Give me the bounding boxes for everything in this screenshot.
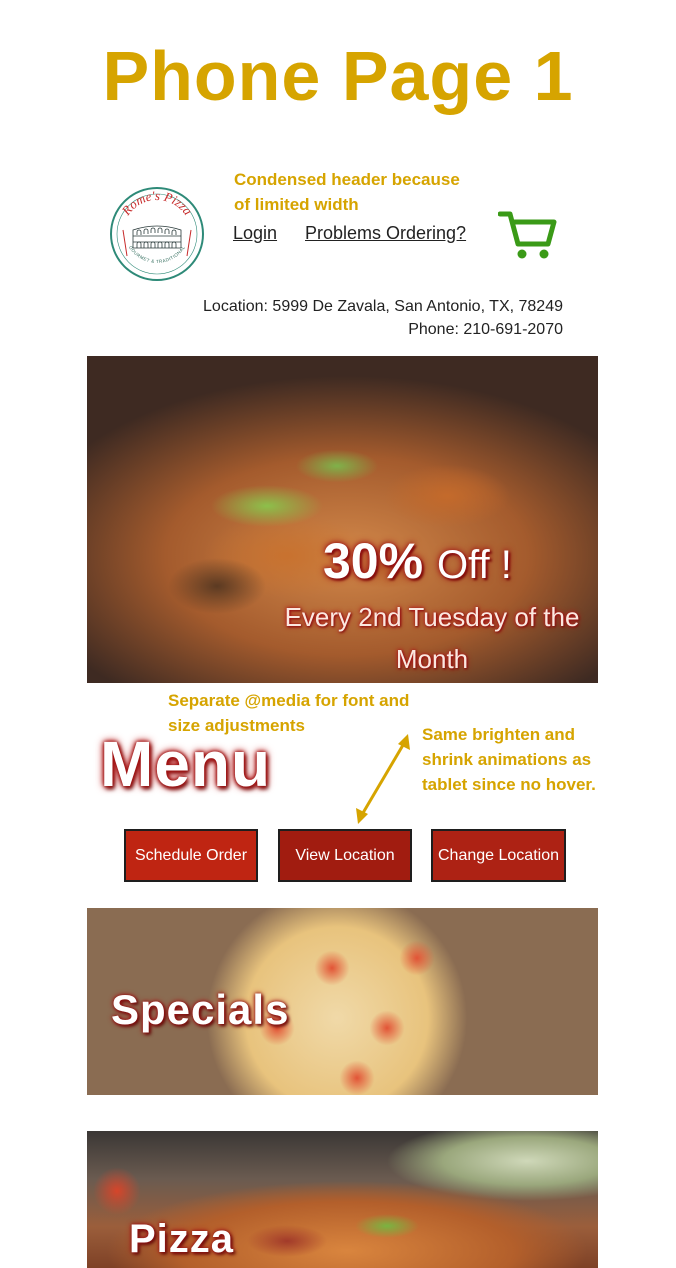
view-location-button[interactable]: View Location <box>278 829 412 882</box>
problems-ordering-link[interactable]: Problems Ordering? <box>305 223 466 244</box>
page-title: Phone Page 1 <box>102 37 574 115</box>
promo-subline: Every 2nd Tuesday of the Month <box>284 602 580 674</box>
promo-off: Off ! <box>436 543 512 587</box>
promo-hero-banner[interactable]: 30% Off ! Every 2nd Tuesday of the Month <box>87 356 598 683</box>
specials-label: Specials <box>111 986 290 1033</box>
location-text: Location: 5999 De Zavala, San Antonio, T… <box>203 298 563 315</box>
change-location-button[interactable]: Change Location <box>431 829 566 882</box>
menu-heading: Menu <box>100 728 272 800</box>
pizza-category-card[interactable]: Pizza <box>87 1131 598 1268</box>
specials-category-card[interactable]: Specials <box>87 908 598 1095</box>
animation-annotation: Same brighten and shrink animations as t… <box>422 725 596 794</box>
romes-pizza-logo[interactable]: Rome's Pizza GOURMET & TRADITIONAL <box>109 186 205 282</box>
promo-percent: 30% <box>323 533 424 589</box>
header-annotation: Condensed header because of limited widt… <box>234 170 460 214</box>
login-link[interactable]: Login <box>233 223 277 244</box>
phone-page-mockup: Phone Page 1 Rome's Pizza GOURMET & TRAD… <box>0 0 676 1268</box>
double-arrow-icon <box>356 734 410 824</box>
promo-headline: 30% Off ! <box>323 532 512 590</box>
shopping-cart-icon[interactable] <box>498 206 558 262</box>
phone-text: Phone: 210-691-2070 <box>408 321 563 338</box>
pizza-label: Pizza <box>129 1217 235 1261</box>
schedule-order-button[interactable]: Schedule Order <box>124 829 258 882</box>
